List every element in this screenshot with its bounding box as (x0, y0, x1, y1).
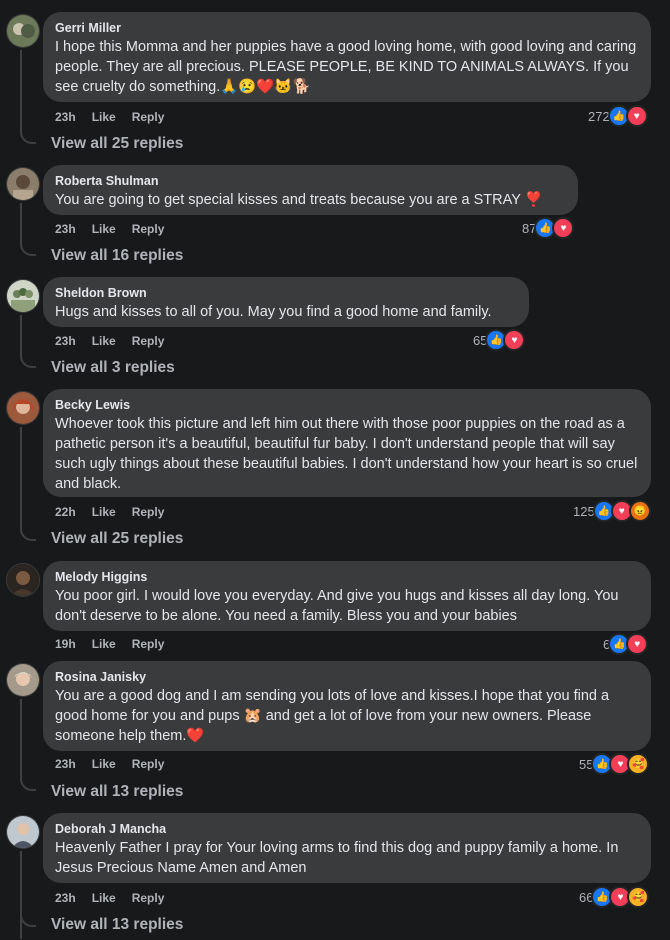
comment-text: You are a good dog and I am sending you … (55, 688, 610, 744)
comment-actions: 19h Like Reply (55, 636, 164, 652)
reply-button[interactable]: Reply (132, 109, 165, 125)
comment-author[interactable]: Becky Lewis (55, 397, 639, 413)
comment-author[interactable]: Deborah J Mancha (55, 821, 639, 837)
like-button[interactable]: Like (92, 221, 116, 237)
like-button[interactable]: Like (92, 756, 116, 772)
avatar[interactable] (6, 815, 40, 849)
love-icon: ♥ (503, 329, 526, 351)
comment-bubble: Sheldon Brown Hugs and kisses to all of … (43, 277, 529, 327)
love-icon: ♥ (552, 217, 575, 239)
view-replies-link[interactable]: View all 13 replies (51, 782, 183, 802)
comment-actions: 23h Like Reply (55, 890, 164, 906)
care-icon: 🥰 (627, 753, 650, 775)
reaction-summary[interactable]: 55 👍 ♥ 🥰 (579, 753, 650, 775)
love-icon: ♥ (626, 633, 649, 655)
view-replies-link[interactable]: View all 25 replies (51, 134, 183, 154)
reaction-summary[interactable]: 65 👍 ♥ (473, 329, 526, 351)
timestamp[interactable]: 23h (55, 109, 76, 125)
comment-actions: 23h Like Reply (55, 756, 164, 772)
timestamp[interactable]: 23h (55, 221, 76, 237)
comment-text: You are going to get special kisses and … (55, 192, 543, 208)
reply-button[interactable]: Reply (132, 890, 165, 906)
like-button[interactable]: Like (92, 636, 116, 652)
reaction-summary[interactable]: 272 👍 ♥ (588, 105, 648, 127)
comment-text: You poor girl. I would love you everyday… (55, 588, 619, 624)
comment-actions: 23h Like Reply (55, 221, 164, 237)
thread-line (20, 851, 22, 939)
comment-bubble: Roberta Shulman You are going to get spe… (43, 165, 578, 215)
view-replies-link[interactable]: View all 13 replies (51, 915, 183, 935)
comment-text: Whoever took this picture and left him o… (55, 416, 638, 492)
timestamp[interactable]: 22h (55, 504, 76, 520)
thread-line (20, 50, 22, 132)
comment-bubble: Becky Lewis Whoever took this picture an… (43, 389, 651, 497)
comment-bubble: Rosina Janisky You are a good dog and I … (43, 661, 651, 751)
comment-bubble: Gerri Miller I hope this Momma and her p… (43, 12, 651, 102)
reaction-summary[interactable]: 87 👍 ♥ (522, 217, 575, 239)
comment-author[interactable]: Roberta Shulman (55, 173, 566, 189)
thread-line (20, 203, 22, 244)
comment-author[interactable]: Sheldon Brown (55, 285, 517, 301)
timestamp[interactable]: 19h (55, 636, 76, 652)
like-button[interactable]: Like (92, 333, 116, 349)
reaction-count: 272 (588, 108, 610, 124)
avatar[interactable] (6, 167, 40, 201)
timestamp[interactable]: 23h (55, 756, 76, 772)
reply-button[interactable]: Reply (132, 221, 165, 237)
avatar[interactable] (6, 663, 40, 697)
thread-line (20, 529, 36, 541)
love-icon: ♥ (625, 105, 648, 127)
comment-bubble: Deborah J Mancha Heavenly Father I pray … (43, 813, 651, 883)
view-replies-link[interactable]: View all 16 replies (51, 246, 183, 266)
like-button[interactable]: Like (92, 890, 116, 906)
thread-line (20, 699, 22, 779)
reply-button[interactable]: Reply (132, 333, 165, 349)
thread-line (20, 356, 36, 368)
like-button[interactable]: Like (92, 109, 116, 125)
like-button[interactable]: Like (92, 504, 116, 520)
reaction-count: 125 (573, 503, 595, 519)
comment-author[interactable]: Melody Higgins (55, 569, 639, 585)
reply-button[interactable]: Reply (132, 636, 165, 652)
care-icon: 🥰 (627, 886, 650, 908)
comment-bubble: Melody Higgins You poor girl. I would lo… (43, 561, 651, 631)
reaction-summary[interactable]: 6 👍 ♥ (603, 633, 649, 655)
thread-line (20, 427, 22, 529)
thread-line (20, 779, 36, 791)
reply-button[interactable]: Reply (132, 756, 165, 772)
thread-line (20, 915, 36, 927)
timestamp[interactable]: 23h (55, 890, 76, 906)
comment-author[interactable]: Gerri Miller (55, 20, 639, 36)
reaction-summary[interactable]: 66 👍 ♥ 🥰 (579, 886, 650, 908)
reaction-summary[interactable]: 125 👍 ♥ 😠 (573, 500, 651, 522)
angry-icon: 😠 (628, 500, 651, 522)
avatar[interactable] (6, 563, 40, 597)
timestamp[interactable]: 23h (55, 333, 76, 349)
thread-line (20, 244, 36, 256)
view-replies-link[interactable]: View all 3 replies (51, 358, 175, 378)
comment-actions: 22h Like Reply (55, 504, 164, 520)
avatar[interactable] (6, 279, 40, 313)
avatar[interactable] (6, 391, 40, 425)
reply-button[interactable]: Reply (132, 504, 165, 520)
avatar[interactable] (6, 14, 40, 48)
thread-line (20, 315, 22, 356)
comment-actions: 23h Like Reply (55, 333, 164, 349)
thread-line (20, 132, 36, 144)
comment-actions: 23h Like Reply (55, 109, 164, 125)
comment-author[interactable]: Rosina Janisky (55, 669, 639, 685)
comment-text: Hugs and kisses to all of you. May you f… (55, 304, 492, 320)
comment-text: Heavenly Father I pray for Your loving a… (55, 840, 619, 876)
comment-text: I hope this Momma and her puppies have a… (55, 39, 637, 95)
view-replies-link[interactable]: View all 25 replies (51, 529, 183, 549)
